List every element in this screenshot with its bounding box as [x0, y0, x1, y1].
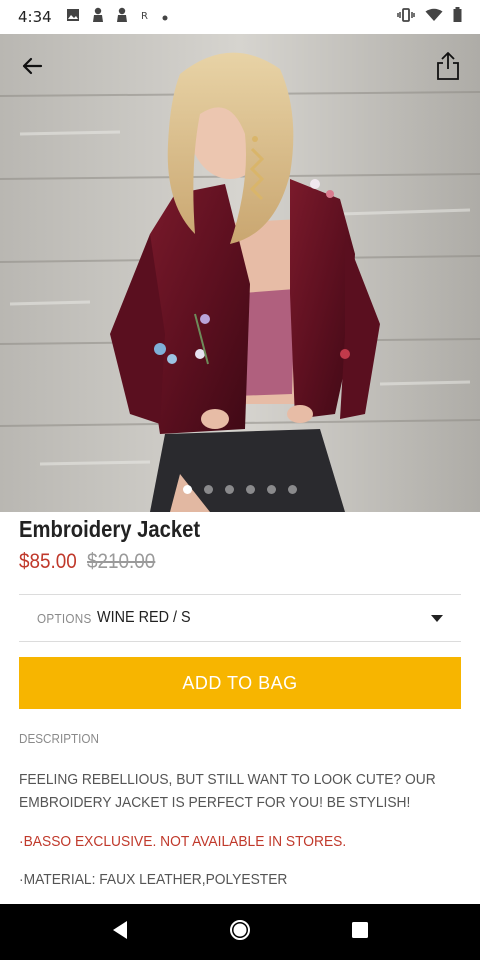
circle-home-icon: [229, 919, 251, 946]
description-material: ·MATERIAL: FAUX LEATHER,POLYESTER: [19, 871, 288, 888]
product-image-carousel[interactable]: [0, 34, 480, 512]
back-button[interactable]: [10, 44, 54, 88]
vibrate-icon: [397, 7, 415, 27]
carousel-dot[interactable]: [246, 485, 255, 494]
image-icon: [66, 8, 80, 27]
carousel-dot[interactable]: [288, 485, 297, 494]
triangle-back-icon: [111, 920, 129, 945]
wifi-icon: [425, 8, 443, 27]
battery-icon: [453, 7, 462, 27]
product-title: Embroidery Jacket: [19, 516, 201, 542]
carousel-dot[interactable]: [204, 485, 213, 494]
options-label: OPTIONS: [37, 610, 92, 626]
carousel-dots: [0, 485, 480, 494]
original-price: $210.00: [87, 550, 156, 573]
nav-home-button[interactable]: [220, 912, 260, 952]
notification-person-icon-2: [116, 7, 128, 27]
product-photo: [0, 34, 480, 512]
share-icon: [436, 51, 460, 81]
add-to-bag-button[interactable]: ADD TO BAG: [19, 657, 461, 709]
nav-recents-button[interactable]: [340, 912, 380, 952]
status-bar: 4:34 R: [0, 0, 480, 34]
carousel-dot[interactable]: [225, 485, 234, 494]
status-time: 4:34: [18, 8, 52, 26]
options-value: WINE RED / S: [97, 609, 191, 626]
share-button[interactable]: [426, 44, 470, 88]
dot-icon: [162, 8, 168, 26]
status-icons-right: [397, 7, 462, 27]
system-nav-bar: [0, 904, 480, 960]
caret-down-icon: [431, 614, 443, 622]
carousel-dot[interactable]: [183, 485, 192, 494]
nav-back-button[interactable]: [100, 912, 140, 952]
sale-price: $85.00: [19, 550, 77, 573]
price-row: $85.00 $210.00: [19, 550, 461, 584]
description-heading: DESCRIPTION: [19, 731, 99, 746]
r-icon: R: [140, 8, 150, 26]
description-exclusive: ·BASSO EXCLUSIVE. NOT AVAILABLE IN STORE…: [19, 833, 347, 850]
carousel-dot[interactable]: [267, 485, 276, 494]
square-recents-icon: [351, 921, 369, 944]
svg-text:R: R: [141, 11, 148, 21]
product-details: Embroidery Jacket $85.00 $210.00 OPTIONS…: [0, 512, 480, 888]
options-selector[interactable]: OPTIONS WINE RED / S: [19, 594, 461, 642]
arrow-left-icon: [21, 55, 43, 77]
description-body: FEELING REBELLIOUS, BUT STILL WANT TO LO…: [19, 771, 436, 811]
notification-person-icon: [92, 7, 104, 27]
status-icons-left: R: [66, 7, 168, 27]
